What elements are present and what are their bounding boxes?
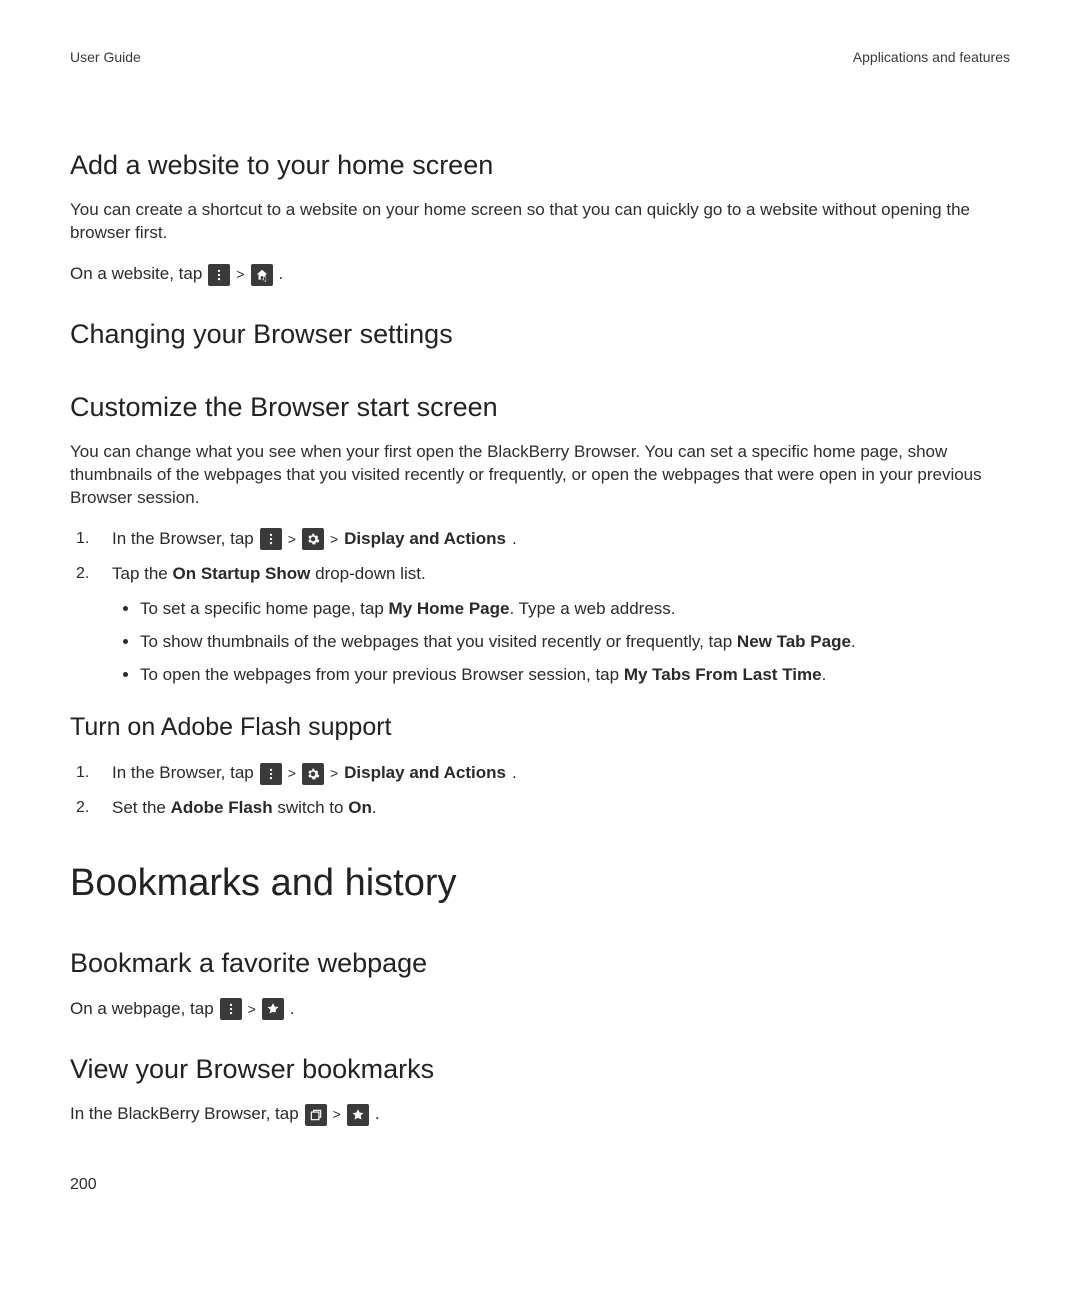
ordered-steps: In the Browser, tap > > Display and Acti… bbox=[70, 528, 1010, 586]
chevron-right-separator: > bbox=[288, 530, 296, 549]
text: . bbox=[512, 762, 517, 785]
chevron-right-separator: > bbox=[236, 265, 244, 284]
header-left: User Guide bbox=[70, 48, 141, 67]
more-vert-icon bbox=[260, 763, 282, 785]
step-item: In the Browser, tap > > Display and Acti… bbox=[70, 528, 1010, 551]
text-bold: Display and Actions bbox=[344, 762, 506, 785]
list-item: To open the webpages from your previous … bbox=[140, 664, 1010, 687]
text: . bbox=[290, 998, 295, 1021]
heading-bookmarks-history: Bookmarks and history bbox=[70, 858, 1010, 909]
chevron-right-separator: > bbox=[330, 764, 338, 783]
ordered-steps: In the Browser, tap > > Display and Acti… bbox=[70, 762, 1010, 820]
text: On a website, tap bbox=[70, 263, 202, 286]
instruction-line: On a website, tap > . bbox=[70, 263, 1010, 286]
text-bold: New Tab Page bbox=[737, 632, 851, 651]
text: . bbox=[372, 798, 377, 817]
page-number: 200 bbox=[70, 1174, 97, 1196]
page-header: User Guide Applications and features bbox=[70, 48, 1010, 67]
text-bold: Display and Actions bbox=[344, 528, 506, 551]
bullet-list: To set a specific home page, tap My Home… bbox=[70, 598, 1010, 687]
text: . bbox=[279, 263, 284, 286]
chevron-right-separator: > bbox=[333, 1105, 341, 1124]
heading-adobe-flash: Turn on Adobe Flash support bbox=[70, 711, 1010, 745]
chevron-right-separator: > bbox=[288, 764, 296, 783]
star-icon bbox=[347, 1104, 369, 1126]
text: To open the webpages from your previous … bbox=[140, 665, 624, 684]
more-vert-icon bbox=[260, 528, 282, 550]
list-item: To set a specific home page, tap My Home… bbox=[140, 598, 1010, 621]
heading-add-website: Add a website to your home screen bbox=[70, 147, 1010, 183]
text-bold: My Tabs From Last Time bbox=[624, 665, 822, 684]
more-vert-icon bbox=[208, 264, 230, 286]
star-add-icon bbox=[262, 998, 284, 1020]
instruction-line: In the BlackBerry Browser, tap > . bbox=[70, 1103, 1010, 1126]
text: switch to bbox=[273, 798, 349, 817]
text-bold: On Startup Show bbox=[173, 564, 311, 583]
step-item: Tap the On Startup Show drop-down list. bbox=[70, 563, 1010, 586]
text: In the Browser, tap bbox=[112, 528, 254, 551]
text: On a webpage, tap bbox=[70, 998, 214, 1021]
text: . bbox=[851, 632, 856, 651]
paragraph: You can change what you see when your fi… bbox=[70, 441, 1010, 510]
text: . bbox=[512, 528, 517, 551]
page: User Guide Applications and features Add… bbox=[0, 0, 1080, 1296]
text: . bbox=[822, 665, 827, 684]
text: Tap the bbox=[112, 564, 173, 583]
header-right: Applications and features bbox=[853, 48, 1010, 67]
text-bold: On bbox=[348, 798, 372, 817]
home-add-icon bbox=[251, 264, 273, 286]
settings-gear-icon bbox=[302, 528, 324, 550]
heading-customize-start: Customize the Browser start screen bbox=[70, 389, 1010, 425]
text: . bbox=[375, 1103, 380, 1126]
paragraph: You can create a shortcut to a website o… bbox=[70, 199, 1010, 245]
chevron-right-separator: > bbox=[248, 1000, 256, 1019]
text: To show thumbnails of the webpages that … bbox=[140, 632, 737, 651]
instruction-line: On a webpage, tap > . bbox=[70, 998, 1010, 1021]
step-item: In the Browser, tap > > Display and Acti… bbox=[70, 762, 1010, 785]
text: Set the bbox=[112, 798, 171, 817]
more-vert-icon bbox=[220, 998, 242, 1020]
heading-bookmark-favorite: Bookmark a favorite webpage bbox=[70, 945, 1010, 981]
tabs-icon bbox=[305, 1104, 327, 1126]
text: In the Browser, tap bbox=[112, 762, 254, 785]
chevron-right-separator: > bbox=[330, 530, 338, 549]
step-item: Set the Adobe Flash switch to On. bbox=[70, 797, 1010, 820]
heading-view-bookmarks: View your Browser bookmarks bbox=[70, 1051, 1010, 1087]
text: drop-down list. bbox=[310, 564, 425, 583]
heading-changing-settings: Changing your Browser settings bbox=[70, 316, 1010, 352]
text-bold: Adobe Flash bbox=[171, 798, 273, 817]
list-item: To show thumbnails of the webpages that … bbox=[140, 631, 1010, 654]
text: In the BlackBerry Browser, tap bbox=[70, 1103, 299, 1126]
text: To set a specific home page, tap bbox=[140, 599, 389, 618]
text: . Type a web address. bbox=[509, 599, 675, 618]
settings-gear-icon bbox=[302, 763, 324, 785]
text-bold: My Home Page bbox=[389, 599, 510, 618]
